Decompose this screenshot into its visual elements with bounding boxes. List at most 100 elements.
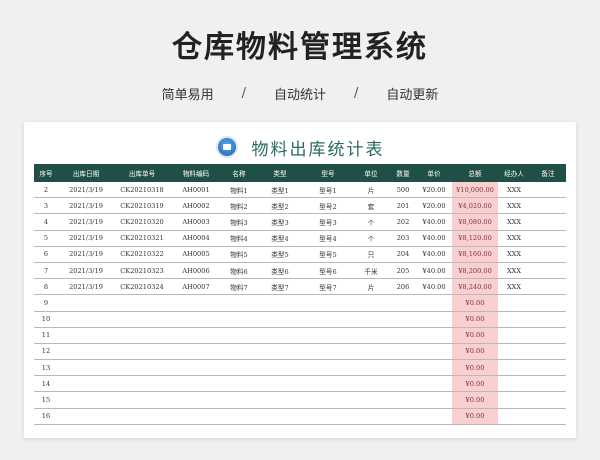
feature-list: 简单易用 / 自动统计 / 自动更新	[0, 84, 600, 103]
table-cell: ¥10,000.00	[452, 182, 498, 199]
table-row: 3 2021/3/19 CK20210319 AH0002 物料2 类型2 型号2 套 201 ¥…	[34, 197, 566, 215]
table-cell: ¥0.00	[452, 327, 498, 344]
table-cell	[498, 343, 530, 361]
table-cell	[530, 343, 566, 361]
table-cell	[416, 375, 452, 393]
table-cell: ¥20.00	[416, 182, 452, 199]
table-cell	[416, 327, 452, 344]
table-row: 10 ¥0.00	[34, 311, 566, 328]
table-cell: 2021/3/19	[58, 246, 114, 263]
sheet-title: 物料出库统计表	[251, 139, 385, 160]
table-cell: 类型3	[256, 213, 304, 231]
table-cell	[390, 294, 416, 312]
table-cell	[222, 294, 256, 312]
table-cell: 型号4	[304, 230, 352, 247]
table-cell: 型号7	[304, 278, 352, 296]
table-cell	[256, 375, 304, 393]
table-cell	[390, 343, 416, 361]
table-cell	[114, 294, 170, 312]
table-cell: 型号5	[304, 246, 352, 263]
table-cell: 片	[352, 182, 390, 199]
table-cell	[498, 327, 530, 344]
table-cell: AH0006	[170, 262, 222, 280]
table-cell: 201	[390, 197, 416, 215]
table-cell: ¥4,020.00	[452, 197, 498, 215]
table-cell: 9	[34, 294, 58, 312]
table-cell: 类型4	[256, 230, 304, 247]
table-cell: 类型7	[256, 278, 304, 296]
table-cell: XXX	[498, 230, 530, 247]
table-cell	[256, 343, 304, 361]
table-cell: 个	[352, 213, 390, 231]
table-cell	[416, 294, 452, 312]
table-cell: 2021/3/19	[58, 278, 114, 296]
table-cell: 千米	[352, 262, 390, 280]
table-cell: 16	[34, 408, 58, 425]
table-cell	[170, 327, 222, 344]
table-cell: 12	[34, 343, 58, 361]
table-cell: XXX	[498, 213, 530, 231]
table-cell: AH0005	[170, 246, 222, 263]
table-cell: ¥40.00	[416, 246, 452, 263]
table-cell	[530, 391, 566, 409]
table-cell	[170, 408, 222, 425]
table-cell	[416, 391, 452, 409]
table-row: 6 2021/3/19 CK20210322 AH0005 物料5 类型5 型号5 只 204 ¥…	[34, 246, 566, 263]
table-cell	[416, 343, 452, 361]
table-cell	[498, 359, 530, 377]
column-header: 物料编码	[170, 164, 222, 182]
table-cell: 片	[352, 278, 390, 296]
table-cell: 2021/3/19	[58, 213, 114, 231]
table-cell	[222, 408, 256, 425]
table-cell	[530, 359, 566, 377]
table-cell	[256, 408, 304, 425]
table-cell	[352, 408, 390, 425]
table-cell: CK20210323	[114, 262, 170, 280]
table-cell	[416, 311, 452, 328]
column-header: 序号	[34, 164, 58, 182]
table-cell	[498, 311, 530, 328]
table-cell: 13	[34, 359, 58, 377]
feature-separator: /	[241, 86, 246, 101]
table-cell: AH0007	[170, 278, 222, 296]
table-cell: 2	[34, 182, 58, 199]
table-cell: 型号6	[304, 262, 352, 280]
table-cell	[304, 294, 352, 312]
table-cell: AH0004	[170, 230, 222, 247]
feature-item: 自动更新	[386, 88, 439, 103]
column-header: 数量	[390, 164, 416, 182]
table-cell: ¥0.00	[452, 408, 498, 425]
table-cell: XXX	[498, 246, 530, 263]
column-header: 总额	[452, 164, 498, 182]
table-cell: 2021/3/19	[58, 197, 114, 215]
column-header: 经办人	[498, 164, 530, 182]
table-cell	[114, 375, 170, 393]
table-cell	[58, 375, 114, 393]
table-cell: 7	[34, 262, 58, 280]
table-cell: CK20210321	[114, 230, 170, 247]
table-cell: 10	[34, 311, 58, 328]
table-cell	[352, 327, 390, 344]
table-cell: 205	[390, 262, 416, 280]
table-row: 12 ¥0.00	[34, 343, 566, 361]
table-cell: 型号1	[304, 182, 352, 199]
table-cell	[498, 408, 530, 425]
column-header: 单价	[416, 164, 452, 182]
table-cell	[222, 343, 256, 361]
table-cell	[222, 375, 256, 393]
table-row: 15 ¥0.00	[34, 391, 566, 409]
table-cell: 2021/3/19	[58, 262, 114, 280]
table-cell	[416, 359, 452, 377]
table-cell: 8	[34, 278, 58, 296]
table-cell	[304, 408, 352, 425]
table-cell	[304, 391, 352, 409]
column-header: 出库单号	[114, 164, 170, 182]
table-cell: CK20210322	[114, 246, 170, 263]
column-header: 类型	[256, 164, 304, 182]
table-cell: 类型6	[256, 262, 304, 280]
column-header: 单位	[352, 164, 390, 182]
box-logo-icon	[215, 136, 238, 158]
table-cell: 只	[352, 246, 390, 263]
table-header-row: 序号 出库日期 出库单号 物料编码 名称 类型 型号 单位 数量 单价 总额 经办人 备注	[34, 164, 566, 182]
table-cell: 6	[34, 246, 58, 263]
